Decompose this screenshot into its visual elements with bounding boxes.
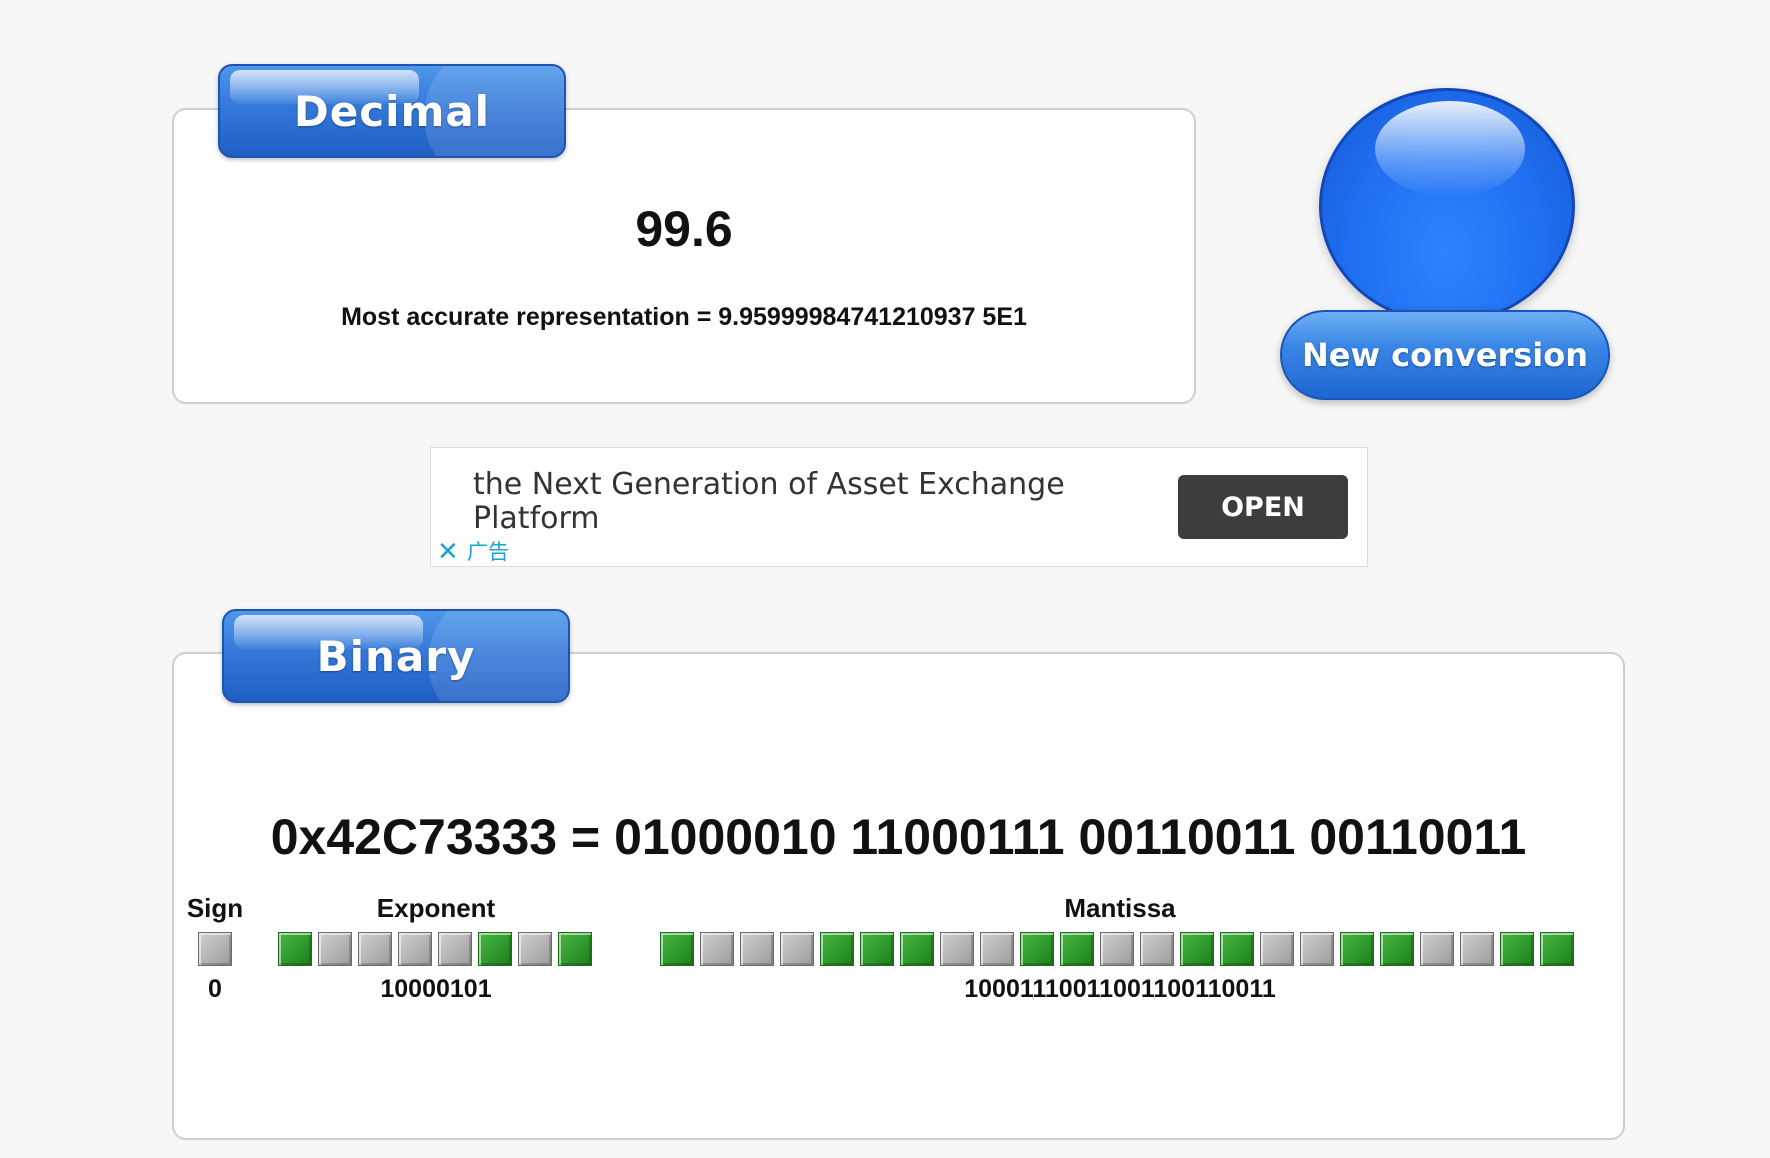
exponent-bit-checkbox[interactable] [558, 932, 592, 966]
mantissa-bit-checkbox[interactable] [1220, 932, 1254, 966]
exponent-bit-checkbox[interactable] [518, 932, 552, 966]
binary-tab-header: Binary [222, 609, 570, 703]
sign-bit-checkbox[interactable] [198, 932, 232, 966]
mantissa-bit-checkbox[interactable] [1180, 932, 1214, 966]
exponent-value: 10000101 [380, 975, 492, 1003]
mantissa-bit-checkbox[interactable] [1460, 932, 1494, 966]
ad-text[interactable]: the Next Generation of Asset Exchange Pl… [473, 468, 1093, 536]
mantissa-bit-checkbox[interactable] [980, 932, 1014, 966]
exponent-label: Exponent [376, 893, 496, 923]
ad-banner[interactable]: the Next Generation of Asset Exchange Pl… [430, 447, 1368, 567]
close-icon[interactable]: ✕ [437, 538, 459, 564]
exponent-bit-checkbox[interactable] [398, 932, 432, 966]
blue-ball-icon[interactable] [1319, 88, 1575, 324]
sign-bits [198, 932, 238, 966]
ad-label: 广告 [467, 540, 509, 564]
mantissa-bit-checkbox[interactable] [780, 932, 814, 966]
mantissa-bits [660, 932, 1580, 966]
mantissa-bit-checkbox[interactable] [1140, 932, 1174, 966]
mantissa-bit-checkbox[interactable] [940, 932, 974, 966]
hex-binary-line: 0x42C73333 = 01000010 11000111 00110011 … [270, 809, 1527, 865]
mantissa-bit-checkbox[interactable] [1060, 932, 1094, 966]
mantissa-bit-checkbox[interactable] [700, 932, 734, 966]
exponent-bit-checkbox[interactable] [278, 932, 312, 966]
mantissa-bit-checkbox[interactable] [1020, 932, 1054, 966]
decimal-value: 99.6 [635, 201, 733, 257]
mantissa-label: Mantissa [1064, 893, 1176, 923]
mantissa-bit-checkbox[interactable] [900, 932, 934, 966]
most-accurate-representation: Most accurate representation = 9.9599998… [341, 303, 1027, 331]
sign-value: 0 [208, 975, 222, 1003]
decimal-tab-label: Decimal [293, 86, 491, 136]
mantissa-bit-checkbox[interactable] [1300, 932, 1334, 966]
mantissa-bit-checkbox[interactable] [820, 932, 854, 966]
decimal-tab-header: Decimal [218, 64, 566, 158]
sign-label: Sign [186, 893, 244, 923]
exponent-bit-checkbox[interactable] [358, 932, 392, 966]
mantissa-bit-checkbox[interactable] [1260, 932, 1294, 966]
ad-open-button[interactable]: OPEN [1178, 475, 1348, 539]
new-conversion-button[interactable]: New conversion [1280, 88, 1620, 408]
mantissa-bit-checkbox[interactable] [1500, 932, 1534, 966]
exponent-bit-checkbox[interactable] [438, 932, 472, 966]
mantissa-bit-checkbox[interactable] [1540, 932, 1574, 966]
mantissa-bit-checkbox[interactable] [860, 932, 894, 966]
exponent-bit-checkbox[interactable] [478, 932, 512, 966]
mantissa-bit-checkbox[interactable] [1340, 932, 1374, 966]
new-conversion-label[interactable]: New conversion [1280, 310, 1610, 400]
binary-tab-label: Binary [316, 631, 476, 681]
exponent-bit-checkbox[interactable] [318, 932, 352, 966]
mantissa-bit-checkbox[interactable] [1420, 932, 1454, 966]
ball-highlight [1375, 101, 1525, 197]
exponent-bits [278, 932, 598, 966]
mantissa-value: 10001110011001100110011 [964, 975, 1276, 1003]
mantissa-bit-checkbox[interactable] [740, 932, 774, 966]
mantissa-bit-checkbox[interactable] [1380, 932, 1414, 966]
mantissa-bit-checkbox[interactable] [660, 932, 694, 966]
mantissa-bit-checkbox[interactable] [1100, 932, 1134, 966]
